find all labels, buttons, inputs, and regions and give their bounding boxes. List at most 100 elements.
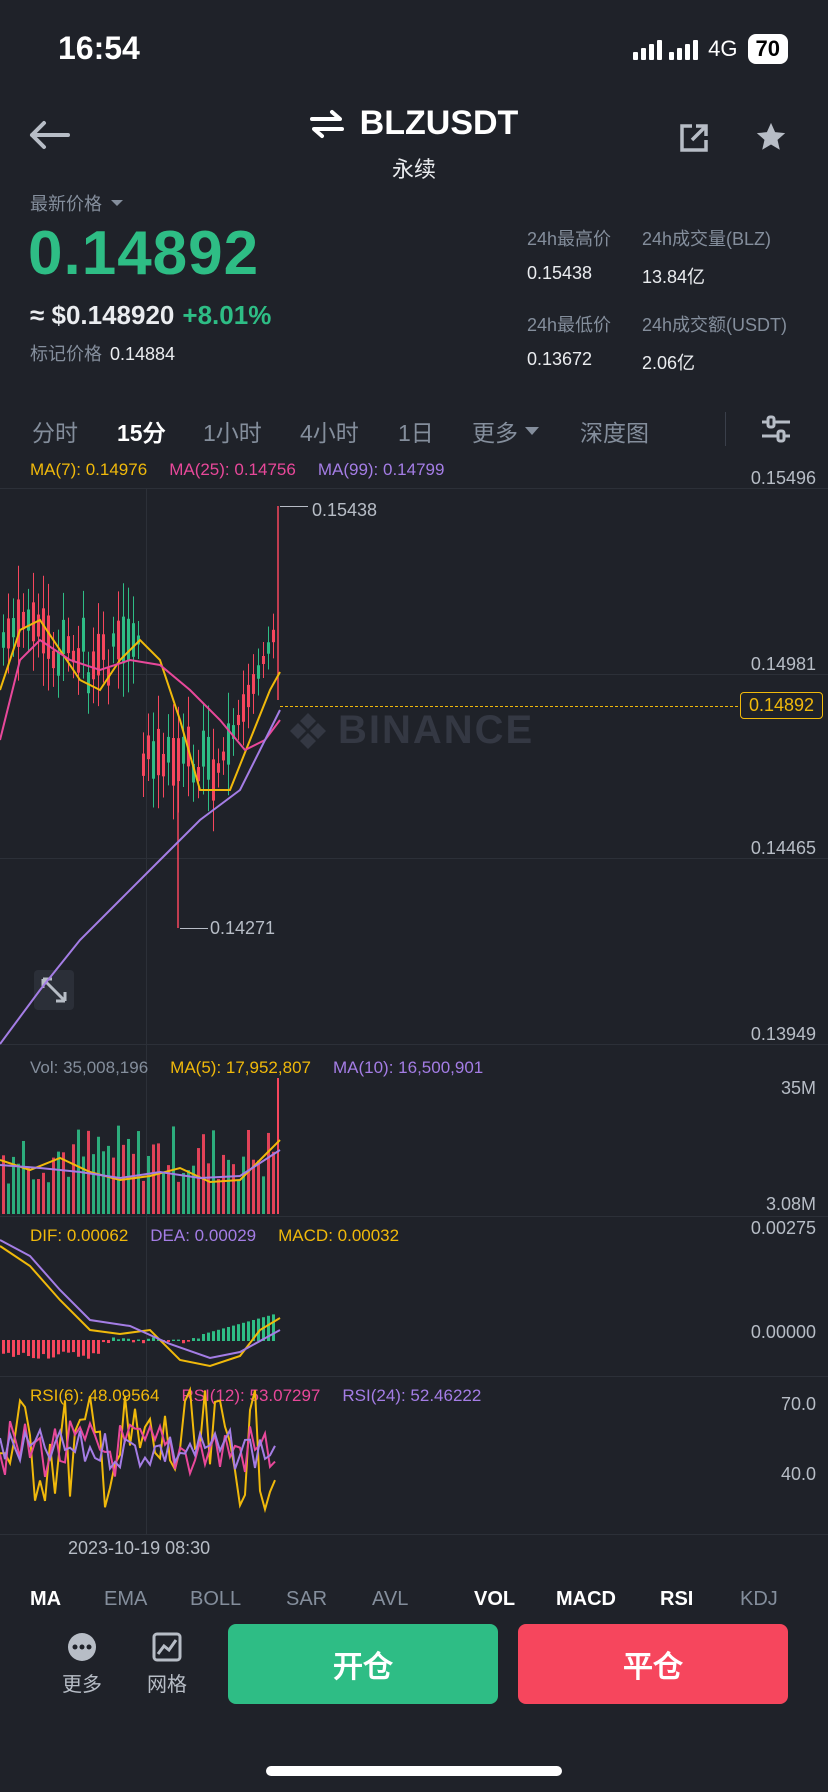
candle-body [222,751,225,761]
candle-body [147,735,150,760]
macd-histogram-bar [232,1325,235,1341]
macd-histogram-bar [237,1324,240,1341]
close-position-button[interactable]: 平仓 [518,1624,788,1704]
indicator-vol[interactable]: VOL [474,1588,515,1611]
volume-bar [267,1132,270,1214]
volume-bar [37,1179,40,1214]
kline-chart[interactable] [0,0,828,1560]
open-position-button[interactable]: 开仓 [228,1624,498,1704]
macd-histogram-bar [57,1340,60,1355]
candle-body [272,629,275,643]
grid-label: 网格 [147,1674,187,1696]
macd-histogram-bar [117,1339,120,1341]
volume-bar [52,1157,55,1214]
macd-histogram-bar [217,1329,220,1341]
candle-body [262,655,265,665]
candle-body [127,618,130,662]
candle-body [152,741,155,779]
macd-histogram-bar [72,1340,75,1353]
volume-bar [112,1157,115,1214]
indicator-macd[interactable]: MACD [556,1588,616,1611]
candle-body [267,642,270,654]
candle-body [257,665,260,679]
macd-histogram-bar [52,1340,55,1358]
volume-bar [17,1163,20,1214]
candle-body [67,636,70,654]
more-label: 更多 [62,1674,102,1696]
candle-body [37,614,40,637]
candle-body [112,633,115,647]
grid-button[interactable]: 网格 [142,1632,192,1697]
candle-body [62,619,65,654]
macd-histogram-bar [127,1338,130,1341]
volume-bar [232,1164,235,1214]
candle-body [157,728,160,776]
macd-histogram-bar [122,1338,125,1341]
volume-bar [7,1183,10,1214]
macd-histogram-bar [132,1340,135,1343]
indicator-ema[interactable]: EMA [104,1588,147,1611]
volume-bar [42,1172,45,1214]
macd-histogram-bar [197,1338,200,1341]
candle-body [132,623,135,657]
volume-bar [2,1155,5,1214]
volume-bar [72,1144,75,1214]
macd-histogram-bar [2,1340,5,1354]
volume-bar [257,1160,260,1214]
candle-body [27,609,30,631]
macd-histogram-bar [92,1340,95,1354]
candle-body [207,736,210,780]
macd-histogram-bar [177,1339,180,1341]
candle-body [182,736,185,764]
macd-histogram-bar [102,1340,105,1343]
indicator-avl[interactable]: AVL [372,1588,408,1611]
volume-bar [177,1181,180,1214]
volume-bar [197,1148,200,1214]
more-button[interactable]: 更多 [60,1632,104,1697]
candle-body [167,736,170,763]
indicator-boll[interactable]: BOLL [190,1588,241,1611]
candle-body [102,634,105,660]
candle-body [142,753,145,776]
volume-bar [227,1159,230,1214]
macd-histogram-bar [192,1338,195,1341]
macd-histogram-bar [32,1340,35,1359]
indicator-sar[interactable]: SAR [286,1588,327,1611]
candle-body [42,608,45,654]
candle-body [82,617,85,652]
macd-histogram-bar [62,1340,65,1352]
macd-histogram-bar [97,1340,100,1354]
macd-histogram-bar [227,1327,230,1341]
macd-histogram-bar [212,1331,215,1341]
volume-bar [222,1154,225,1214]
volume-bar [62,1152,65,1214]
candle-body [117,620,120,660]
indicator-ma[interactable]: MA [30,1588,61,1611]
volume-bar [67,1176,70,1214]
macd-histogram-bar [222,1328,225,1341]
volume-bar [117,1125,120,1214]
volume-bar [212,1130,215,1214]
macd-histogram-bar [182,1340,185,1344]
macd-histogram-bar [147,1338,150,1341]
volume-bar [22,1140,25,1214]
macd-histogram-bar [207,1332,210,1341]
macd-histogram-bar [187,1340,190,1342]
macd-histogram-bar [82,1340,85,1356]
candle-body [242,694,245,722]
volume-bar [217,1178,220,1214]
more-dots-icon [68,1633,96,1661]
indicator-kdj[interactable]: KDJ [740,1588,778,1611]
volume-bar [152,1144,155,1214]
macd-histogram-bar [67,1340,70,1353]
grid-chart-icon [152,1632,182,1662]
volume-bar [207,1163,210,1214]
candle-body [2,632,5,648]
volume-bar [102,1151,105,1214]
volume-bar [132,1153,135,1214]
candle-body [162,753,165,777]
volume-bar [147,1155,150,1214]
macd-histogram-bar [112,1337,115,1341]
macd-histogram-bar [27,1340,30,1357]
indicator-rsi[interactable]: RSI [660,1588,693,1611]
